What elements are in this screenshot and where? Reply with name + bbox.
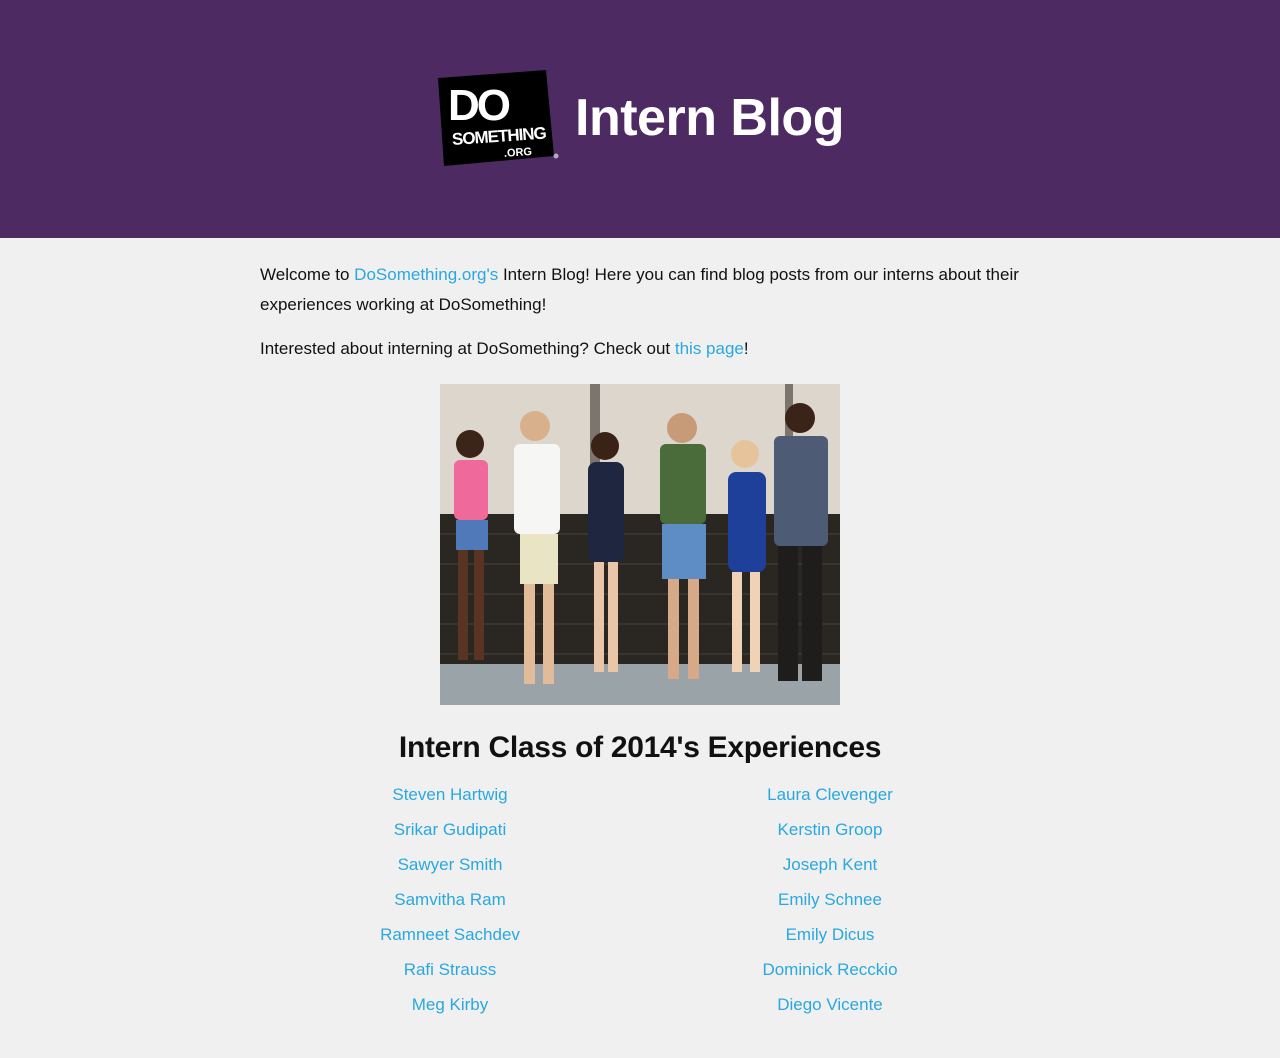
intern-link[interactable]: Sawyer Smith xyxy=(398,847,503,882)
intern-link[interactable]: Diego Vicente xyxy=(777,987,883,1022)
intern-link[interactable]: Dominick Recckio xyxy=(762,952,897,987)
intern-column-left: Steven Hartwig Srikar Gudipati Sawyer Sm… xyxy=(260,777,640,1022)
intern-link[interactable]: Laura Clevenger xyxy=(767,777,893,812)
intern-name-list: Steven Hartwig Srikar Gudipati Sawyer Sm… xyxy=(260,777,1020,1022)
intro-welcome-prefix: Welcome to xyxy=(260,265,355,284)
intern-link[interactable]: Kerstin Groop xyxy=(778,812,883,847)
photo-container xyxy=(260,384,1020,705)
intern-column-right: Laura Clevenger Kerstin Groop Joseph Ken… xyxy=(640,777,1020,1022)
intern-link[interactable]: Emily Schnee xyxy=(778,882,882,917)
svg-text:DO: DO xyxy=(448,81,510,130)
intro-interning: Interested about interning at DoSomethin… xyxy=(260,334,1020,364)
intern-link[interactable]: Rafi Strauss xyxy=(404,952,497,987)
intern-link[interactable]: Ramneet Sachdev xyxy=(380,917,520,952)
intern-link[interactable]: Emily Dicus xyxy=(786,917,875,952)
svg-text:.ORG: .ORG xyxy=(504,146,533,160)
section-title: Intern Class of 2014's Experiences xyxy=(398,731,882,764)
dosomething-link[interactable]: DoSomething.org's xyxy=(354,265,498,284)
intro-interning-suffix: ! xyxy=(743,339,749,358)
blog-title[interactable]: Intern Blog xyxy=(575,88,844,148)
dosomething-logo[interactable]: DO SOMETHING .ORG xyxy=(436,68,561,168)
intro-welcome: Welcome to DoSomething.org's Intern Blog… xyxy=(260,260,1020,320)
intern-link[interactable]: Steven Hartwig xyxy=(392,777,507,812)
this-page-link[interactable]: this page xyxy=(675,339,744,358)
intern-link[interactable]: Samvitha Ram xyxy=(394,882,505,917)
intern-link[interactable]: Meg Kirby xyxy=(412,987,489,1022)
intro-interning-prefix: Interested about interning at DoSomethin… xyxy=(260,339,675,358)
intern-link[interactable]: Joseph Kent xyxy=(783,847,878,882)
intern-group-photo xyxy=(440,384,840,705)
main-content: Welcome to DoSomething.org's Intern Blog… xyxy=(260,238,1020,1022)
intern-link[interactable]: Srikar Gudipati xyxy=(394,812,506,847)
site-header: DO SOMETHING .ORG Intern Blog xyxy=(0,0,1280,238)
brand[interactable]: DO SOMETHING .ORG Intern Blog xyxy=(436,68,844,168)
